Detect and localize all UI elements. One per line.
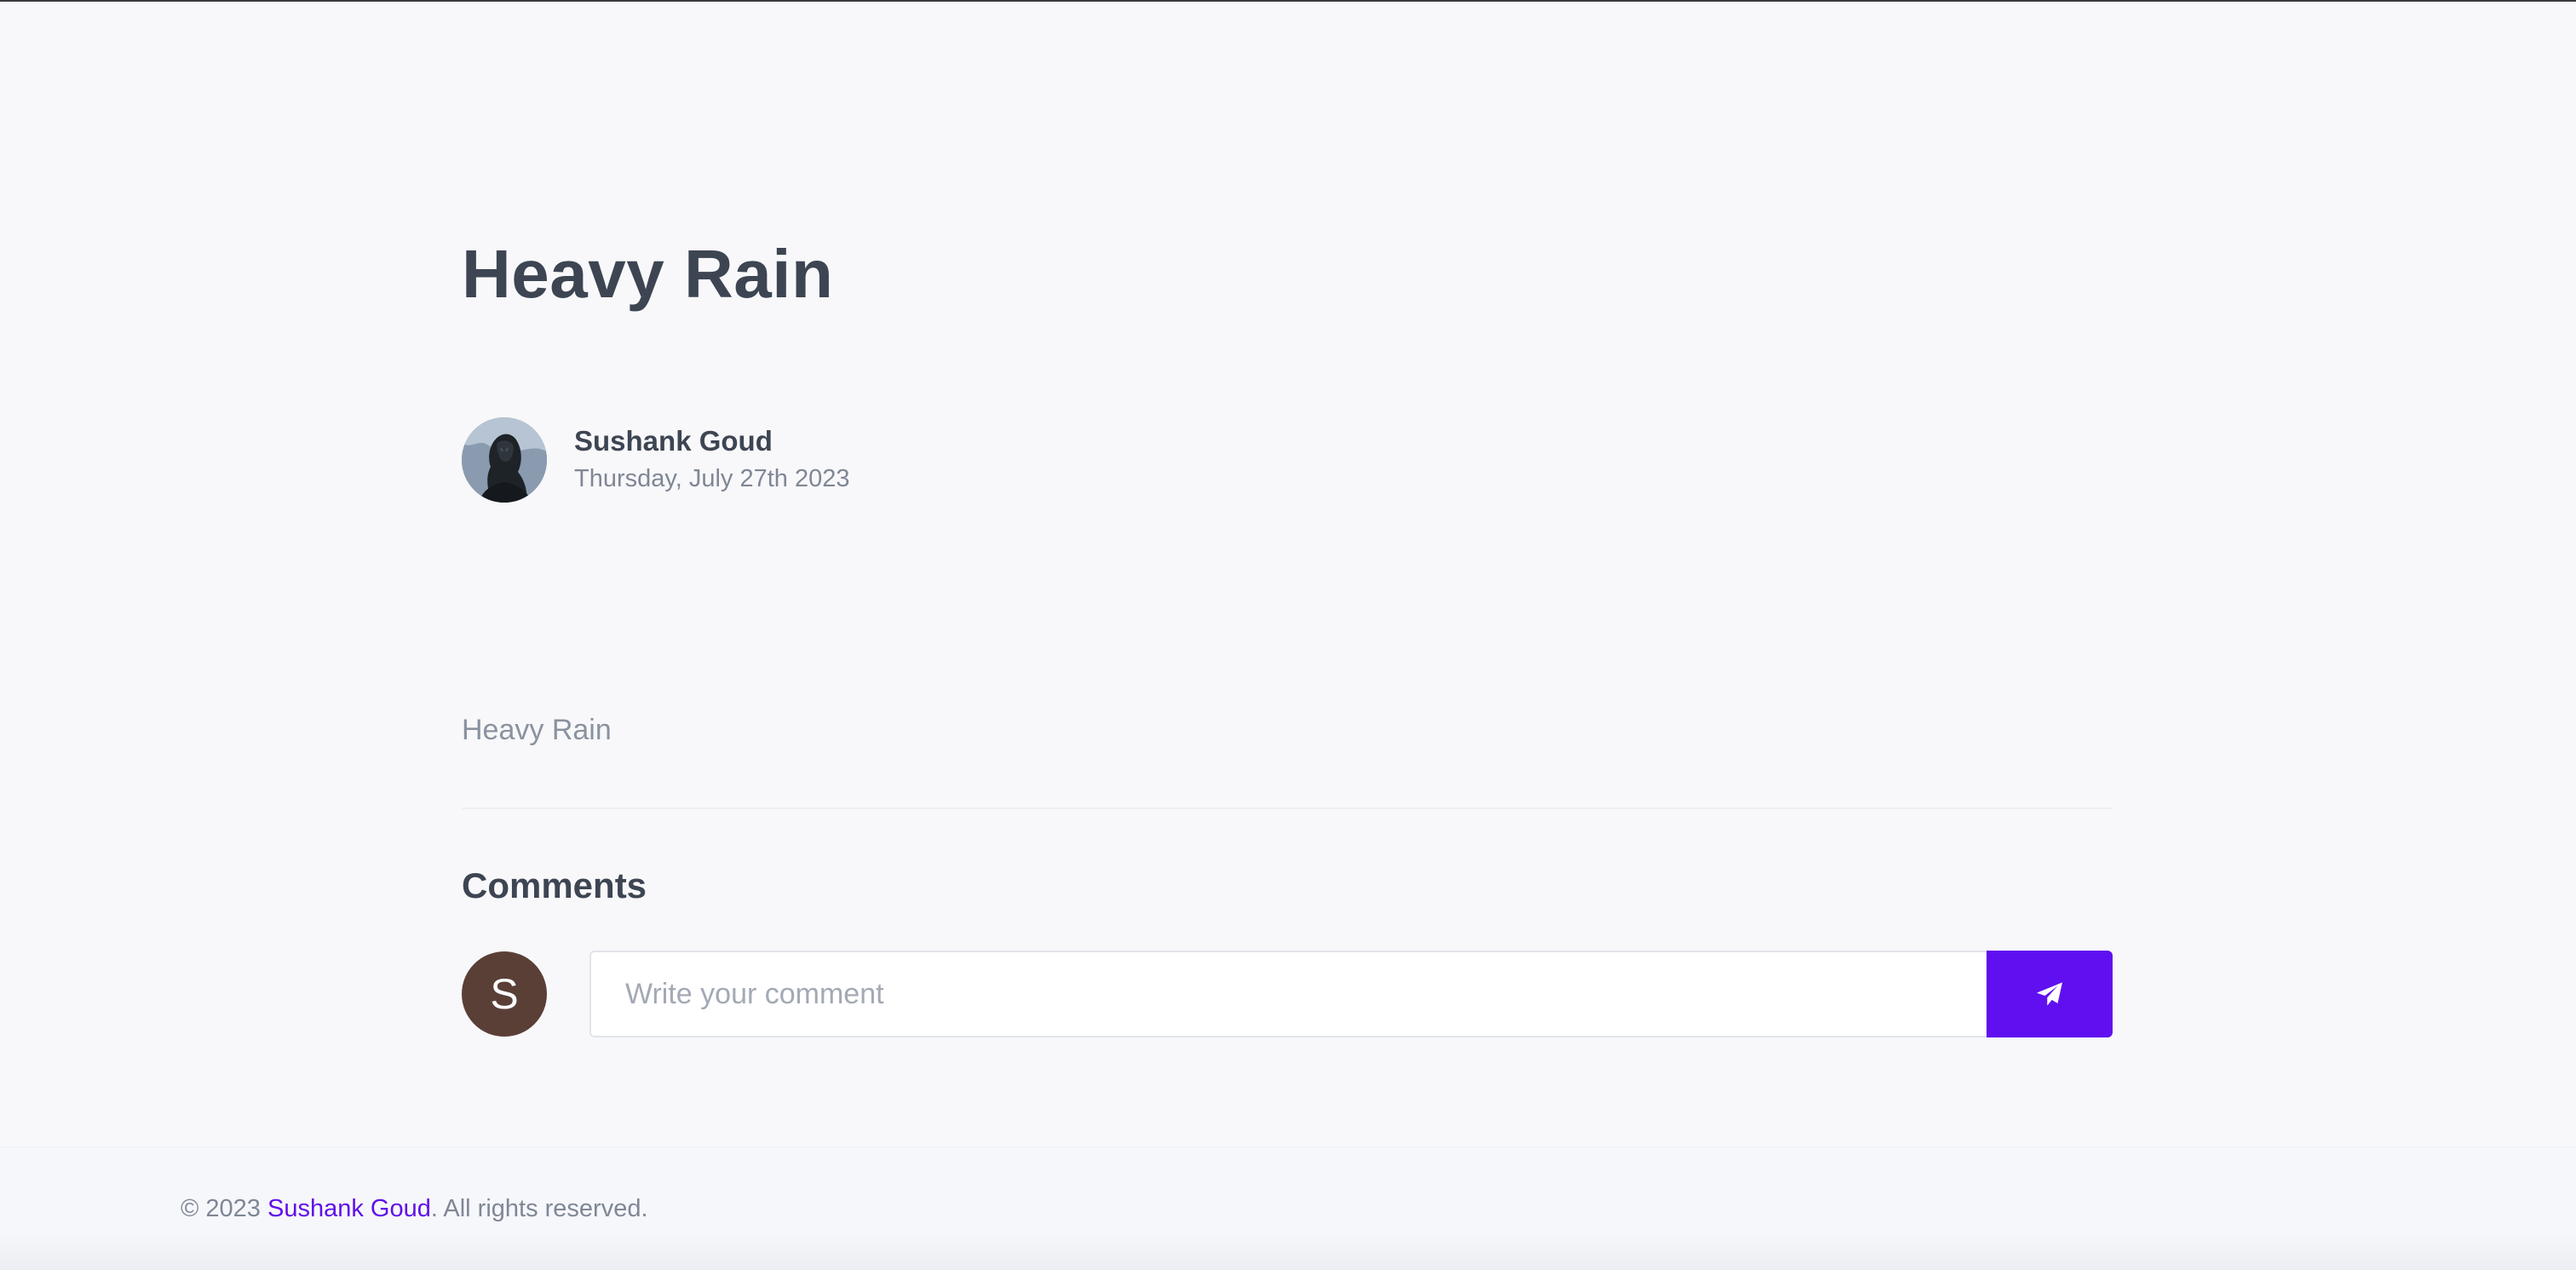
user-avatar[interactable]: S	[462, 951, 547, 1037]
comment-input[interactable]	[589, 951, 1987, 1037]
post-title: Heavy Rain	[462, 236, 834, 312]
author-avatar[interactable]	[462, 417, 547, 503]
copyright-suffix: . All rights reserved.	[430, 1195, 648, 1222]
author-photo-icon	[462, 417, 547, 503]
author-name[interactable]: Sushank Goud	[574, 422, 850, 460]
comment-form: S	[462, 951, 2113, 1037]
paper-plane-icon	[2037, 982, 2062, 1006]
divider	[462, 807, 2113, 809]
post-body: Heavy Rain	[462, 714, 612, 746]
footer-author-link[interactable]: Sushank Goud	[267, 1195, 431, 1222]
post-date: Thursday, July 27th 2023	[574, 465, 850, 492]
copyright-prefix: © 2023	[181, 1195, 267, 1222]
author-block: Sushank Goud Thursday, July 27th 2023	[462, 417, 850, 503]
footer: © 2023 Sushank Goud. All rights reserved…	[0, 1146, 2576, 1270]
window-top-border	[0, 0, 2576, 2]
copyright-text: © 2023 Sushank Goud. All rights reserved…	[181, 1192, 648, 1226]
send-comment-button[interactable]	[1987, 951, 2113, 1037]
author-meta: Sushank Goud Thursday, July 27th 2023	[574, 422, 850, 497]
comments-heading: Comments	[462, 865, 647, 905]
